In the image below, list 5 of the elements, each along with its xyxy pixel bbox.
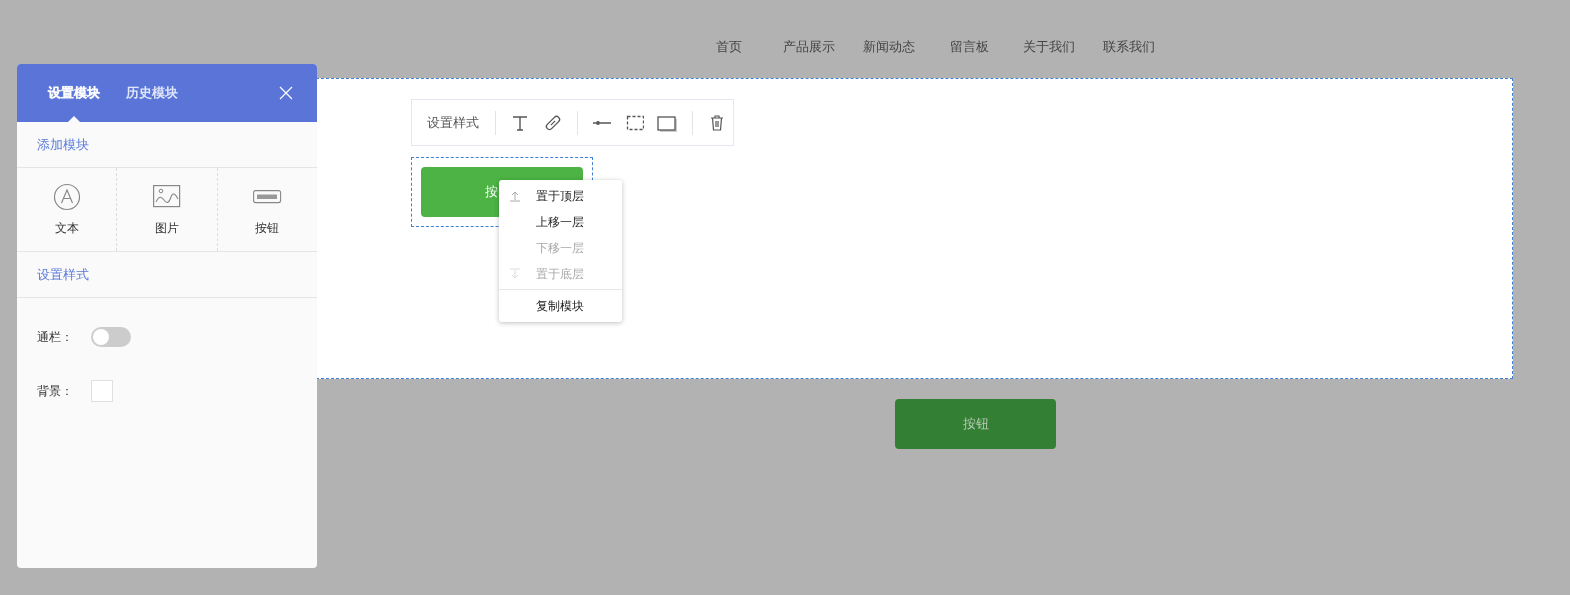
section-title: 添加模块 xyxy=(37,135,89,154)
setting-label: 通栏： xyxy=(37,328,74,346)
setting-label: 背景： xyxy=(37,382,74,400)
section-title: 设置样式 xyxy=(37,265,89,284)
toolbar-label: 设置样式 xyxy=(427,113,479,132)
